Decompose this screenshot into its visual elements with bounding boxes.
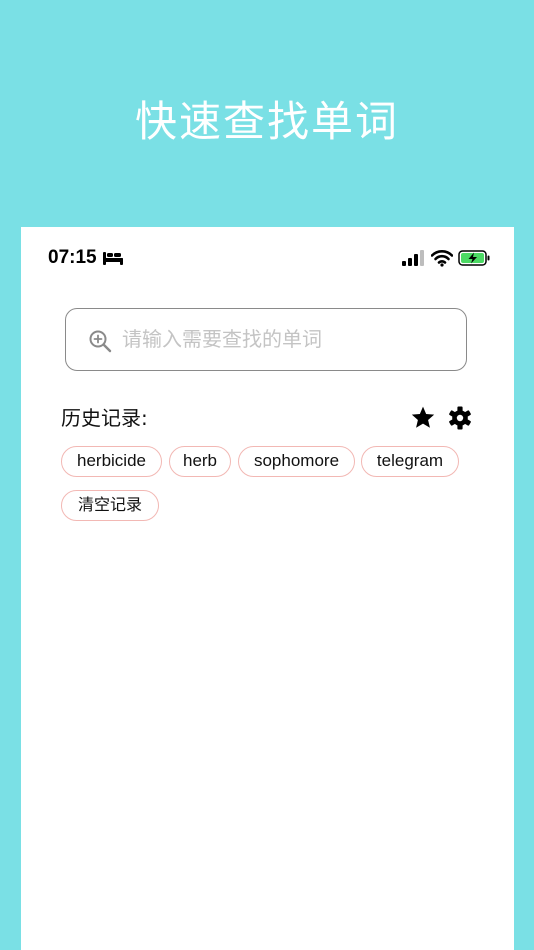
gear-icon[interactable] xyxy=(448,406,472,430)
status-bar: 07:15 xyxy=(21,245,514,271)
signal-icon xyxy=(402,250,424,266)
search-input[interactable] xyxy=(122,317,452,361)
battery-charging-icon xyxy=(458,250,490,266)
promo-title: 快速查找单词 xyxy=(134,97,399,146)
zoom-in-icon xyxy=(89,330,112,353)
clear-history-button[interactable]: 清空记录 xyxy=(61,490,159,521)
search-box[interactable] xyxy=(65,308,467,371)
history-tag[interactable]: herb xyxy=(169,446,231,477)
history-tag[interactable]: sophomore xyxy=(238,446,355,477)
history-tag[interactable]: herbicide xyxy=(61,446,162,477)
bed-icon xyxy=(103,252,123,265)
history-label: 历史记录: xyxy=(61,406,148,430)
wifi-icon xyxy=(431,250,453,267)
history-tag[interactable]: telegram xyxy=(361,446,459,477)
star-icon[interactable] xyxy=(410,405,436,431)
phone-screen: 07:15 请输入需要查找的单词 历史记录: herbicide herb so… xyxy=(21,227,514,950)
status-time: 07:15 xyxy=(48,247,97,268)
